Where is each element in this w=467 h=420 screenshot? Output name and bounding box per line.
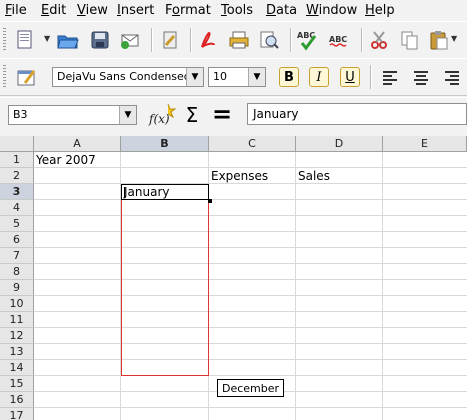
open-folder-icon[interactable] [56, 28, 80, 52]
underline-button[interactable]: U [340, 67, 360, 87]
menubar: File Edit View Insert Format Tools Data … [0, 0, 467, 20]
column-header-b[interactable]: B [121, 136, 209, 152]
svg-text:ABC: ABC [329, 35, 347, 44]
page-preview-icon[interactable] [257, 28, 281, 52]
autofill-range [121, 200, 209, 376]
name-box[interactable]: B3 ▼ [8, 105, 137, 125]
chevron-down-icon[interactable]: ▼ [119, 106, 136, 124]
row-header[interactable]: 16 [0, 392, 34, 408]
styles-formatting-icon[interactable] [15, 65, 39, 89]
formatting-toolbar: DejaVu Sans Condensed ▼ 10 ▼ B I U [0, 58, 467, 96]
print-icon[interactable] [227, 28, 251, 52]
save-icon[interactable] [88, 28, 112, 52]
row-header[interactable]: 9 [0, 280, 34, 296]
column-header-e[interactable]: E [383, 136, 467, 152]
menu-data[interactable]: Data [266, 3, 297, 18]
row-header[interactable]: 6 [0, 232, 34, 248]
row-header[interactable]: 15 [0, 376, 34, 392]
new-dropdown-arrow[interactable]: ▼ [44, 34, 50, 43]
cut-icon[interactable] [367, 28, 391, 52]
new-document-icon[interactable] [13, 28, 37, 52]
row-header[interactable]: 12 [0, 328, 34, 344]
name-box-value: B3 [13, 108, 28, 121]
toolbar-grip[interactable] [3, 65, 6, 89]
align-left-icon[interactable] [378, 65, 402, 89]
cell-a1[interactable]: Year 2007 [36, 152, 96, 168]
menu-window[interactable]: Window [306, 3, 357, 18]
menu-format[interactable]: Format [165, 3, 211, 18]
italic-button[interactable]: I [309, 67, 329, 87]
cell-b3-value: January [124, 185, 170, 199]
menu-view[interactable]: View [77, 3, 108, 18]
menu-tools[interactable]: Tools [221, 3, 253, 18]
row-header[interactable]: 8 [0, 264, 34, 280]
align-center-icon[interactable] [409, 65, 433, 89]
paste-icon[interactable] [427, 28, 451, 52]
sum-icon[interactable]: Σ [180, 103, 204, 127]
row-header[interactable]: 7 [0, 248, 34, 264]
row-header[interactable]: 3 [0, 184, 34, 200]
paste-dropdown-arrow[interactable]: ▼ [451, 34, 457, 43]
menu-file[interactable]: File [5, 3, 27, 18]
column-header-a[interactable]: A [34, 136, 121, 152]
standard-toolbar: ▼ ABC ABC ▼ [0, 21, 467, 59]
column-header-c[interactable]: C [209, 136, 296, 152]
function-equals-icon[interactable]: = [210, 100, 234, 128]
row-header[interactable]: 2 [0, 168, 34, 184]
font-size-combo[interactable]: 10 ▼ [208, 67, 266, 87]
export-pdf-icon[interactable] [196, 28, 220, 52]
active-cell-b3[interactable]: January [121, 184, 209, 200]
row-header[interactable]: 4 [0, 200, 34, 216]
svg-text:f(x): f(x) [148, 112, 170, 126]
edit-file-icon[interactable] [158, 28, 182, 52]
cell-d2[interactable]: Sales [298, 168, 330, 184]
spreadsheet-grid[interactable]: A B C D E 1 2 3 4 5 6 7 8 9 10 11 12 13 … [0, 136, 467, 420]
copy-icon[interactable] [398, 28, 422, 52]
font-name-value: DejaVu Sans Condensed [57, 70, 191, 83]
row-header[interactable]: 13 [0, 344, 34, 360]
fill-handle[interactable] [208, 199, 212, 203]
row-header[interactable]: 1 [0, 152, 34, 168]
row-header[interactable]: 14 [0, 360, 34, 376]
formula-input[interactable]: January [247, 103, 467, 125]
autospellcheck-icon[interactable]: ABC [328, 28, 352, 52]
column-header-d[interactable]: D [296, 136, 383, 152]
chevron-down-icon[interactable]: ▼ [248, 68, 265, 86]
bold-button[interactable]: B [279, 67, 299, 87]
row-header[interactable]: 5 [0, 216, 34, 232]
row-header[interactable]: 11 [0, 312, 34, 328]
font-name-combo[interactable]: DejaVu Sans Condensed ▼ [52, 67, 204, 87]
font-size-value: 10 [213, 70, 227, 83]
cell-c2[interactable]: Expenses [211, 168, 268, 184]
menu-insert[interactable]: Insert [117, 3, 154, 18]
row-header[interactable]: 17 [0, 408, 34, 420]
select-all-corner[interactable] [0, 136, 34, 152]
spellcheck-icon[interactable]: ABC [296, 28, 320, 52]
row-header[interactable]: 10 [0, 296, 34, 312]
menu-help[interactable]: Help [365, 3, 395, 18]
toolbar-grip[interactable] [3, 28, 6, 52]
autofill-tooltip: December [217, 379, 285, 397]
chevron-down-icon[interactable]: ▼ [186, 68, 203, 86]
menu-edit[interactable]: Edit [41, 3, 66, 18]
align-right-icon[interactable] [440, 65, 464, 89]
send-mail-icon[interactable] [118, 28, 142, 52]
function-wizard-icon[interactable]: f(x) [148, 102, 176, 128]
